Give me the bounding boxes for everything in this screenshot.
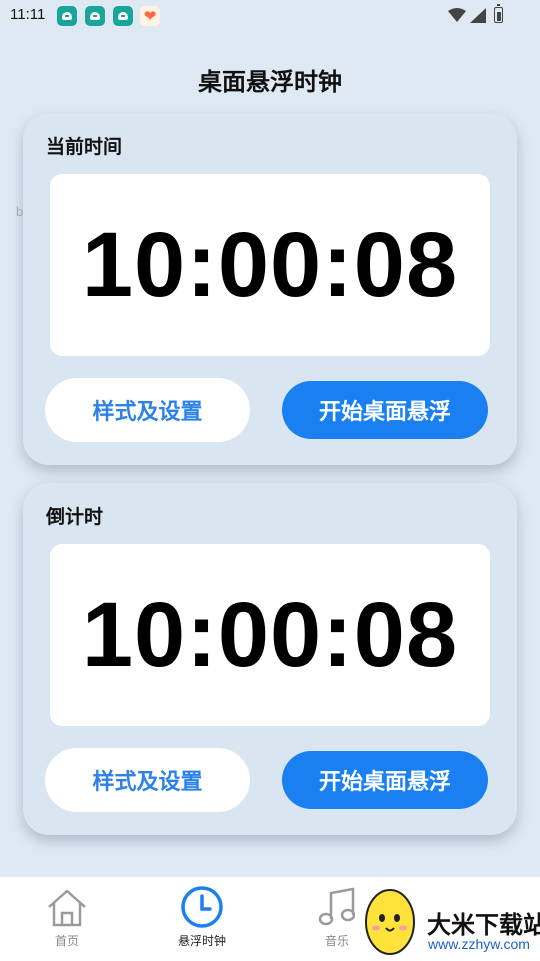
countdown-card: 倒计时 10:00:08 样式及设置 开始桌面悬浮 <box>23 483 517 835</box>
start-float-button[interactable]: 开始桌面悬浮 <box>282 381 488 439</box>
nav-label: 悬浮时钟 <box>177 934 226 948</box>
style-settings-button[interactable]: 样式及设置 <box>45 378 250 442</box>
clock-display: 10:00:08 <box>81 213 459 316</box>
status-bar: 11:11 ❤ <box>0 0 540 32</box>
home-icon <box>48 889 86 927</box>
clock-panel: 10:00:08 <box>50 544 490 726</box>
signal-icon <box>470 8 486 23</box>
music-icon <box>318 887 356 926</box>
app-notification-icon <box>113 6 133 26</box>
promo-brand: 大米下载站 <box>427 911 540 939</box>
card-label: 倒计时 <box>46 506 104 528</box>
current-time-card: 当前时间 10:00:08 样式及设置 开始桌面悬浮 <box>23 113 517 465</box>
card-label: 当前时间 <box>46 136 123 158</box>
start-float-button[interactable]: 开始桌面悬浮 <box>282 751 488 809</box>
app-notification-icon <box>85 6 105 26</box>
promo-url: www.zzhyw.com <box>428 936 530 952</box>
nav-label: 首页 <box>54 934 79 948</box>
wifi-icon <box>448 8 466 22</box>
style-settings-button[interactable]: 样式及设置 <box>45 748 250 812</box>
clock-panel: 10:00:08 <box>50 174 490 356</box>
battery-icon <box>494 4 503 23</box>
nav-item-home[interactable]: 首页 <box>17 877 117 961</box>
status-time: 11:11 <box>10 6 46 23</box>
app-notification-icon <box>57 6 77 26</box>
clock-icon <box>181 886 223 928</box>
heart-app-icon: ❤ <box>140 6 160 26</box>
site-watermark-logo: 大米下载站 www.zzhyw.com <box>362 880 540 960</box>
page-title: 桌面悬浮时钟 <box>198 68 342 96</box>
nav-item-float-clock[interactable]: 悬浮时钟 <box>152 877 252 961</box>
egg-mascot-icon <box>365 889 415 955</box>
countdown-display: 10:00:08 <box>81 583 459 686</box>
